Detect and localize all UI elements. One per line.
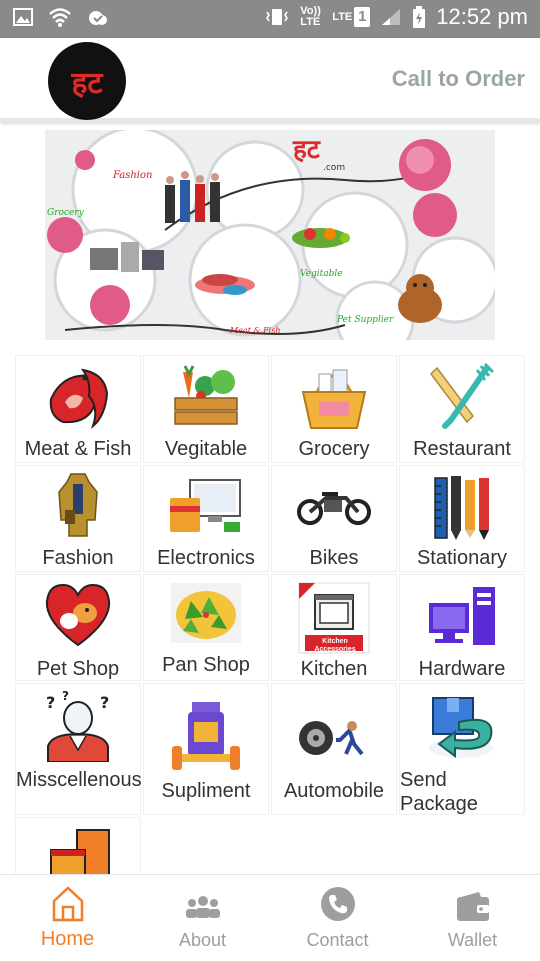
category-label: Fashion <box>42 547 114 569</box>
category-grocery[interactable]: Grocery <box>271 355 397 463</box>
category-send-package[interactable]: Send Package <box>399 683 525 815</box>
category-label: Grocery <box>298 438 370 460</box>
kitchen-badge-text: Kitchen Accessories <box>314 638 356 653</box>
logo-text: हट <box>71 65 103 101</box>
category-stationary[interactable]: Stationary <box>399 465 525 572</box>
category-furniture[interactable] <box>15 817 141 877</box>
sim-badge: 1 <box>354 7 371 27</box>
category-label: Restaurant <box>413 438 511 460</box>
cloud-sync-icon <box>89 11 107 25</box>
svg-text:?: ? <box>100 693 109 712</box>
category-label: Supliment <box>161 780 251 802</box>
vegetable-crate-icon <box>174 365 238 425</box>
banner-label-pet: Pet Supplier <box>336 315 394 325</box>
status-bar: Vo)) LTE LTE 1 12:52 pm <box>0 0 540 38</box>
fork-knife-icon <box>430 362 495 429</box>
banner-label-meat: Meat & Fish <box>229 326 280 335</box>
gallery-icon <box>13 8 33 26</box>
category-label: Pan Shop <box>162 654 250 676</box>
category-electronics[interactable]: Electronics <box>143 465 269 572</box>
category-label: Stationary <box>416 547 508 569</box>
banner-artwork: हट .com Fashion Grocery Vegitable Pet Su… <box>45 130 495 340</box>
call-to-order-button[interactable]: Call to Order <box>392 66 525 92</box>
stationery-icon <box>434 476 489 540</box>
banner-label-vegitable: Vegitable <box>300 269 343 279</box>
category-label: Pet Shop <box>36 658 120 680</box>
category-label: Bikes <box>309 547 359 569</box>
nav-label: Home <box>40 928 95 950</box>
category-vegitable[interactable]: Vegitable <box>143 355 269 463</box>
clock: 12:52 pm <box>436 4 528 29</box>
category-hardware[interactable]: Hardware <box>399 574 525 681</box>
grocery-basket-icon <box>301 369 367 429</box>
svg-text:?: ? <box>62 690 69 703</box>
banner-logo: हट <box>292 135 321 165</box>
category-pet-shop[interactable]: Pet Shop <box>15 574 141 681</box>
category-meat-fish[interactable]: Meat & Fish <box>15 355 141 463</box>
category-kitchen[interactable]: Kitchen Accessories Kitchen <box>271 574 397 681</box>
jacket-icon <box>58 473 98 537</box>
app-logo[interactable]: हट <box>48 42 126 120</box>
vibrate-icon <box>266 9 289 25</box>
paan-icon <box>171 583 241 643</box>
electronics-icon <box>170 479 241 532</box>
bottom-navigation: Home About Contact Wallet <box>0 874 540 960</box>
banner-logo-sub: .com <box>323 163 345 173</box>
dumbbell-supplement-icon <box>172 702 240 770</box>
volte-label: Vo)) LTE <box>300 5 321 28</box>
nav-label: Contact <box>306 930 369 950</box>
battery-charging-icon <box>413 6 426 28</box>
nav-contact[interactable]: Contact <box>270 875 405 961</box>
nav-home[interactable]: Home <box>0 875 135 961</box>
category-misscellenous[interactable]: ? ? ? Misscellenous <box>15 683 142 815</box>
phone-icon <box>320 887 355 921</box>
computer-hardware-icon <box>429 587 495 645</box>
lte-label: LTE <box>332 10 353 23</box>
volte-indicator: Vo)) LTE <box>300 6 322 28</box>
svg-text:?: ? <box>46 693 55 712</box>
banner-label-fashion: Fashion <box>112 170 152 181</box>
banner-label-grocery: Grocery <box>47 208 85 218</box>
category-label: Kitchen <box>300 658 368 680</box>
meat-fish-icon <box>49 368 109 430</box>
promo-banner[interactable]: हट .com Fashion Grocery Vegitable Pet Su… <box>45 130 495 340</box>
pet-heart-icon <box>45 583 111 647</box>
nav-wallet[interactable]: Wallet <box>405 875 540 961</box>
people-icon <box>185 896 220 918</box>
category-label: Electronics <box>157 547 255 569</box>
category-pan-shop[interactable]: Pan Shop <box>143 574 269 681</box>
wifi-icon <box>49 8 71 27</box>
category-label: Vegitable <box>164 438 248 460</box>
category-label: Hardware <box>418 658 506 680</box>
thinking-person-icon: ? ? ? <box>46 690 109 762</box>
tyre-push-icon <box>299 721 364 756</box>
furniture-icon <box>50 829 110 876</box>
signal-icon <box>382 9 401 25</box>
nav-label: Wallet <box>447 930 498 950</box>
category-restaurant[interactable]: Restaurant <box>399 355 525 463</box>
category-label: Automobile <box>283 780 385 802</box>
nav-about[interactable]: About <box>135 875 270 961</box>
category-label: Send Package <box>400 769 478 815</box>
nav-label: About <box>178 930 227 950</box>
app-bar: हट Call to Order <box>0 38 540 122</box>
category-bikes[interactable]: Bikes <box>271 465 397 572</box>
category-supliment[interactable]: Supliment <box>143 683 269 815</box>
category-automobile[interactable]: Automobile <box>271 683 397 815</box>
category-label: Meat & Fish <box>24 438 132 460</box>
motorbike-icon <box>297 492 371 525</box>
wallet-icon <box>456 892 489 921</box>
category-fashion[interactable]: Fashion <box>15 465 141 572</box>
category-label: Misscellenous <box>16 769 142 791</box>
home-icon <box>52 886 83 922</box>
send-package-icon <box>429 697 493 758</box>
